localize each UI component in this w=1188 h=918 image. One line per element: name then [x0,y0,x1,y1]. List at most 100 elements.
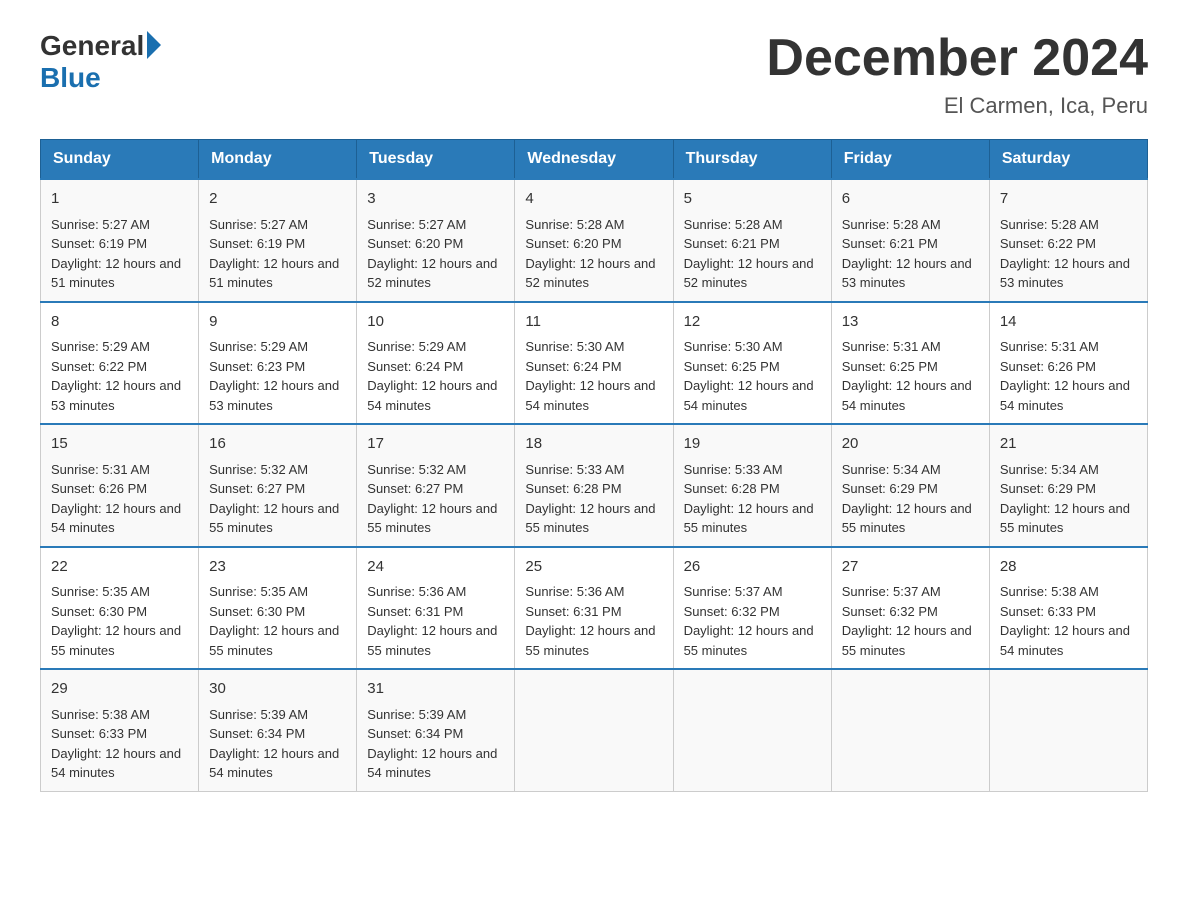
col-sunday: Sunday [41,140,199,180]
day-number: 28 [1000,556,1137,579]
main-title: December 2024 [766,30,1148,87]
table-row: 18 Sunrise: 5:33 AM Sunset: 6:28 PM Dayl… [515,424,673,547]
day-number: 20 [842,433,979,456]
day-number: 23 [209,556,346,579]
day-daylight: Daylight: 12 hours and 55 minutes [842,623,972,658]
day-sunset: Sunset: 6:34 PM [367,726,463,741]
day-number: 9 [209,311,346,334]
table-row [673,669,831,791]
day-sunrise: Sunrise: 5:34 AM [842,462,941,477]
day-number: 8 [51,311,188,334]
table-row: 14 Sunrise: 5:31 AM Sunset: 6:26 PM Dayl… [989,302,1147,425]
day-daylight: Daylight: 12 hours and 52 minutes [367,256,497,291]
table-row: 16 Sunrise: 5:32 AM Sunset: 6:27 PM Dayl… [199,424,357,547]
day-sunset: Sunset: 6:25 PM [684,359,780,374]
day-number: 14 [1000,311,1137,334]
day-number: 12 [684,311,821,334]
day-sunrise: Sunrise: 5:32 AM [367,462,466,477]
table-row: 13 Sunrise: 5:31 AM Sunset: 6:25 PM Dayl… [831,302,989,425]
day-sunset: Sunset: 6:19 PM [51,236,147,251]
day-sunrise: Sunrise: 5:35 AM [209,584,308,599]
table-row: 21 Sunrise: 5:34 AM Sunset: 6:29 PM Dayl… [989,424,1147,547]
day-number: 10 [367,311,504,334]
col-saturday: Saturday [989,140,1147,180]
day-sunrise: Sunrise: 5:30 AM [525,339,624,354]
day-sunset: Sunset: 6:32 PM [684,604,780,619]
day-daylight: Daylight: 12 hours and 55 minutes [209,501,339,536]
day-sunset: Sunset: 6:24 PM [367,359,463,374]
day-sunrise: Sunrise: 5:38 AM [1000,584,1099,599]
day-daylight: Daylight: 12 hours and 53 minutes [209,378,339,413]
day-daylight: Daylight: 12 hours and 55 minutes [209,623,339,658]
day-sunset: Sunset: 6:22 PM [51,359,147,374]
day-number: 1 [51,188,188,211]
table-row: 23 Sunrise: 5:35 AM Sunset: 6:30 PM Dayl… [199,547,357,670]
day-sunrise: Sunrise: 5:31 AM [1000,339,1099,354]
col-friday: Friday [831,140,989,180]
table-row [989,669,1147,791]
day-sunset: Sunset: 6:31 PM [367,604,463,619]
calendar-table: Sunday Monday Tuesday Wednesday Thursday… [40,139,1148,792]
day-sunset: Sunset: 6:29 PM [842,481,938,496]
day-number: 25 [525,556,662,579]
day-sunrise: Sunrise: 5:39 AM [367,707,466,722]
day-number: 18 [525,433,662,456]
day-number: 27 [842,556,979,579]
col-wednesday: Wednesday [515,140,673,180]
day-number: 3 [367,188,504,211]
day-sunrise: Sunrise: 5:33 AM [525,462,624,477]
day-sunrise: Sunrise: 5:37 AM [842,584,941,599]
day-sunset: Sunset: 6:30 PM [209,604,305,619]
calendar-week-row: 15 Sunrise: 5:31 AM Sunset: 6:26 PM Dayl… [41,424,1148,547]
day-sunset: Sunset: 6:27 PM [367,481,463,496]
day-sunset: Sunset: 6:30 PM [51,604,147,619]
day-daylight: Daylight: 12 hours and 55 minutes [525,501,655,536]
table-row: 31 Sunrise: 5:39 AM Sunset: 6:34 PM Dayl… [357,669,515,791]
day-daylight: Daylight: 12 hours and 52 minutes [684,256,814,291]
table-row: 24 Sunrise: 5:36 AM Sunset: 6:31 PM Dayl… [357,547,515,670]
day-sunset: Sunset: 6:33 PM [51,726,147,741]
table-row [515,669,673,791]
table-row: 6 Sunrise: 5:28 AM Sunset: 6:21 PM Dayli… [831,179,989,302]
day-daylight: Daylight: 12 hours and 54 minutes [842,378,972,413]
day-number: 24 [367,556,504,579]
logo-general-text: General [40,30,144,62]
table-row: 9 Sunrise: 5:29 AM Sunset: 6:23 PM Dayli… [199,302,357,425]
calendar-week-row: 8 Sunrise: 5:29 AM Sunset: 6:22 PM Dayli… [41,302,1148,425]
day-daylight: Daylight: 12 hours and 53 minutes [51,378,181,413]
day-sunrise: Sunrise: 5:28 AM [525,217,624,232]
day-daylight: Daylight: 12 hours and 55 minutes [684,623,814,658]
day-sunset: Sunset: 6:24 PM [525,359,621,374]
day-sunrise: Sunrise: 5:33 AM [684,462,783,477]
day-number: 29 [51,678,188,701]
day-daylight: Daylight: 12 hours and 55 minutes [1000,501,1130,536]
day-sunset: Sunset: 6:23 PM [209,359,305,374]
logo-triangle-icon [147,31,161,59]
table-row [831,669,989,791]
day-daylight: Daylight: 12 hours and 54 minutes [525,378,655,413]
table-row: 10 Sunrise: 5:29 AM Sunset: 6:24 PM Dayl… [357,302,515,425]
table-row: 27 Sunrise: 5:37 AM Sunset: 6:32 PM Dayl… [831,547,989,670]
col-tuesday: Tuesday [357,140,515,180]
title-block: December 2024 El Carmen, Ica, Peru [766,30,1148,119]
day-daylight: Daylight: 12 hours and 55 minutes [842,501,972,536]
day-number: 22 [51,556,188,579]
day-daylight: Daylight: 12 hours and 54 minutes [367,746,497,781]
table-row: 5 Sunrise: 5:28 AM Sunset: 6:21 PM Dayli… [673,179,831,302]
day-daylight: Daylight: 12 hours and 52 minutes [525,256,655,291]
day-daylight: Daylight: 12 hours and 54 minutes [51,501,181,536]
day-sunset: Sunset: 6:26 PM [1000,359,1096,374]
day-daylight: Daylight: 12 hours and 55 minutes [525,623,655,658]
day-sunrise: Sunrise: 5:35 AM [51,584,150,599]
subtitle: El Carmen, Ica, Peru [766,93,1148,119]
day-daylight: Daylight: 12 hours and 55 minutes [367,501,497,536]
table-row: 11 Sunrise: 5:30 AM Sunset: 6:24 PM Dayl… [515,302,673,425]
day-number: 6 [842,188,979,211]
day-number: 4 [525,188,662,211]
day-sunrise: Sunrise: 5:38 AM [51,707,150,722]
day-daylight: Daylight: 12 hours and 54 minutes [51,746,181,781]
day-daylight: Daylight: 12 hours and 51 minutes [209,256,339,291]
calendar-header-row: Sunday Monday Tuesday Wednesday Thursday… [41,140,1148,180]
day-sunrise: Sunrise: 5:31 AM [842,339,941,354]
day-sunset: Sunset: 6:28 PM [525,481,621,496]
